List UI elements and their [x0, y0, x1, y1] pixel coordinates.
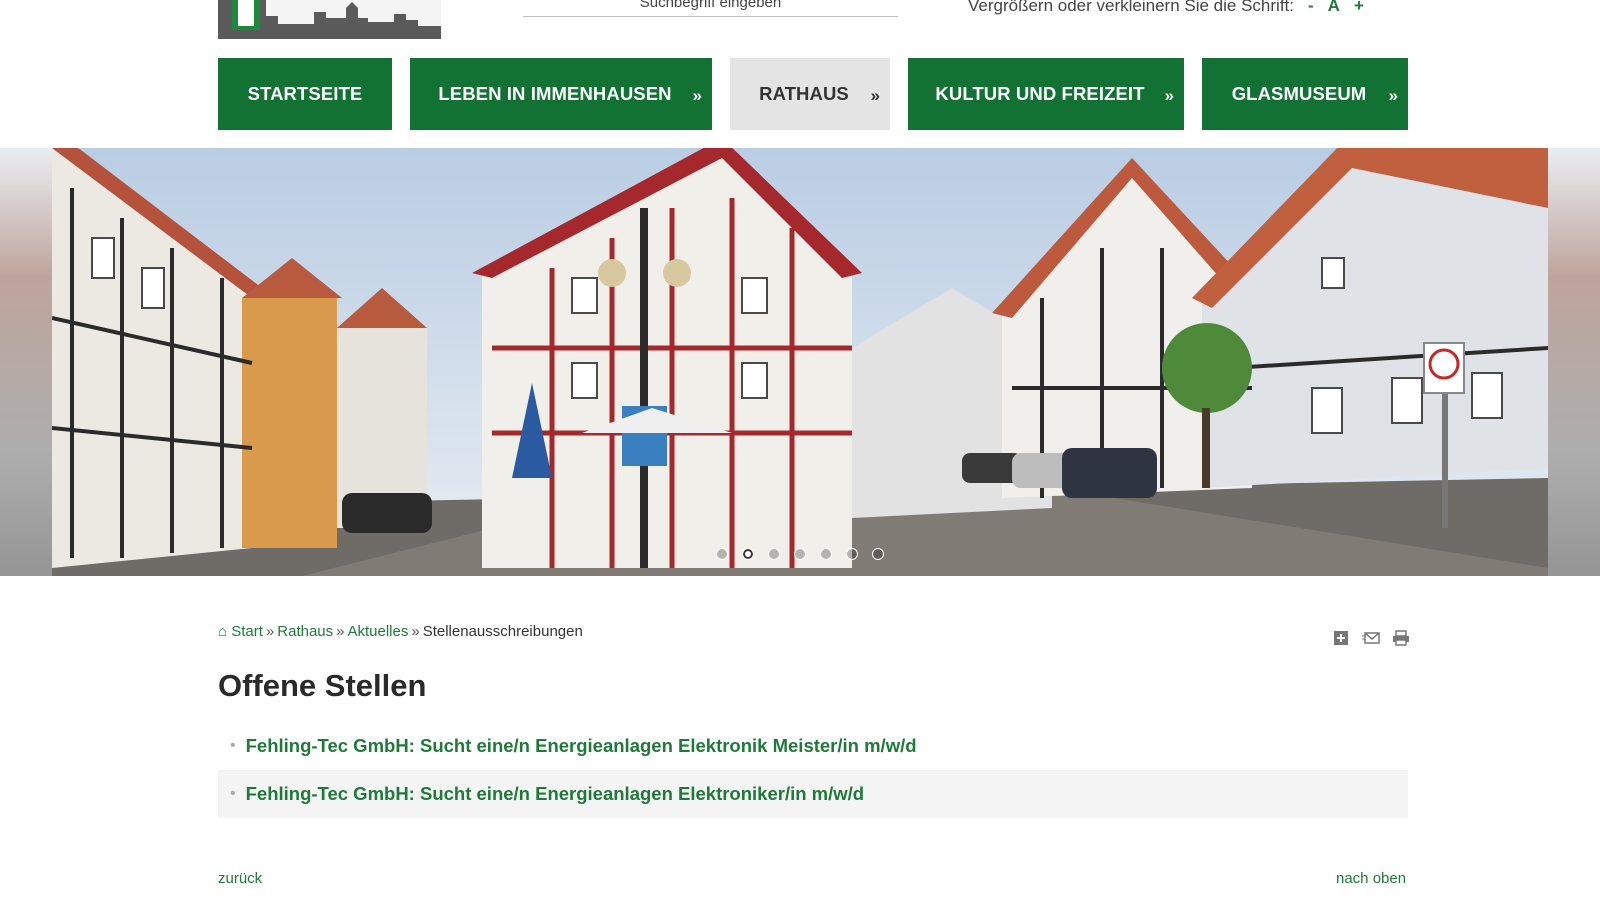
back-link[interactable]: zurück — [218, 870, 262, 887]
font-reset-button[interactable]: A — [1328, 0, 1340, 16]
slider-prev-preview[interactable] — [0, 148, 52, 576]
job-list: • Fehling-Tec GmbH: Sucht eine/n Energie… — [218, 722, 1408, 818]
slider-dot[interactable] — [794, 548, 806, 560]
breadcrumb-link-aktuelles[interactable]: Aktuelles — [347, 623, 408, 640]
chevron-right-icon: » — [1164, 86, 1174, 105]
nav-item-startseite[interactable]: STARTSEITE — [218, 58, 392, 130]
nav-item-leben-in-immenhausen[interactable]: LEBEN IN IMMENHAUSEN » — [410, 58, 712, 130]
nav-item-label: RATHAUS — [759, 83, 849, 104]
search-input[interactable] — [523, 0, 898, 11]
breadcrumb-home-label: Start — [231, 623, 263, 640]
nav-item-label: GLASMUSEUM — [1231, 83, 1367, 104]
slider-next-preview[interactable] — [1548, 148, 1600, 576]
chevron-right-icon: » — [692, 86, 702, 105]
slider-dot[interactable] — [742, 548, 754, 560]
site-logo[interactable] — [218, 0, 441, 39]
email-icon[interactable] — [1362, 630, 1380, 646]
home-icon: ⌂ — [218, 623, 228, 640]
nav-item-glasmuseum[interactable]: GLASMUSEUM » — [1202, 58, 1408, 130]
slider-dot[interactable] — [716, 548, 728, 560]
list-item: • Fehling-Tec GmbH: Sucht eine/n Energie… — [218, 770, 1408, 818]
print-icon[interactable] — [1392, 630, 1410, 646]
nav-item-kultur-und-freizeit[interactable]: KULTUR UND FREIZEIT » — [908, 58, 1184, 130]
chevron-right-icon: » — [870, 86, 880, 105]
bookmark-icon[interactable] — [1332, 630, 1350, 646]
slider-dot[interactable] — [820, 548, 832, 560]
nav-item-label: KULTUR UND FREIZEIT — [935, 83, 1145, 104]
font-larger-button[interactable]: + — [1354, 0, 1364, 16]
page-title: Offene Stellen — [218, 668, 427, 703]
slider-pagination — [0, 548, 1600, 560]
chevron-right-icon: » — [1388, 86, 1398, 105]
search-field[interactable] — [523, 0, 898, 17]
bullet-icon: • — [230, 737, 236, 754]
back-to-top-link[interactable]: nach oben — [1336, 870, 1406, 887]
list-item: • Fehling-Tec GmbH: Sucht eine/n Energie… — [218, 722, 1408, 770]
nav-item-rathaus[interactable]: RATHAUS » — [730, 58, 890, 130]
slider-dot[interactable] — [768, 548, 780, 560]
font-size-label: Vergrößern oder verkleinern Sie die Schr… — [968, 0, 1294, 15]
main-navigation: STARTSEITE LEBEN IN IMMENHAUSEN » RATHAU… — [218, 58, 1408, 130]
slider-dot[interactable] — [872, 548, 884, 560]
slider-dot[interactable] — [846, 548, 858, 560]
job-link[interactable]: Fehling-Tec GmbH: Sucht eine/n Energiean… — [246, 735, 917, 757]
breadcrumb-separator: » — [411, 623, 420, 640]
font-size-control: Vergrößern oder verkleinern Sie die Schr… — [968, 0, 1364, 16]
image-slider[interactable] — [0, 148, 1600, 576]
breadcrumb-link-rathaus[interactable]: Rathaus — [277, 623, 333, 640]
breadcrumb: ⌂ Start» Rathaus» Aktuelles» Stellenausschr… — [218, 623, 583, 640]
job-link[interactable]: Fehling-Tec GmbH: Sucht eine/n Energiean… — [246, 783, 865, 805]
breadcrumb-separator: » — [265, 623, 275, 640]
slider-image — [52, 148, 1548, 576]
nav-item-label: LEBEN IN IMMENHAUSEN — [438, 83, 672, 104]
bullet-icon: • — [230, 785, 236, 802]
breadcrumb-current: Stellenausschreibungen — [422, 623, 583, 640]
font-smaller-button[interactable]: - — [1308, 0, 1314, 16]
page-tools — [1332, 630, 1410, 646]
nav-item-label: STARTSEITE — [247, 83, 363, 104]
breadcrumb-home-link[interactable]: ⌂ Start — [218, 623, 263, 640]
breadcrumb-separator: » — [336, 623, 345, 640]
